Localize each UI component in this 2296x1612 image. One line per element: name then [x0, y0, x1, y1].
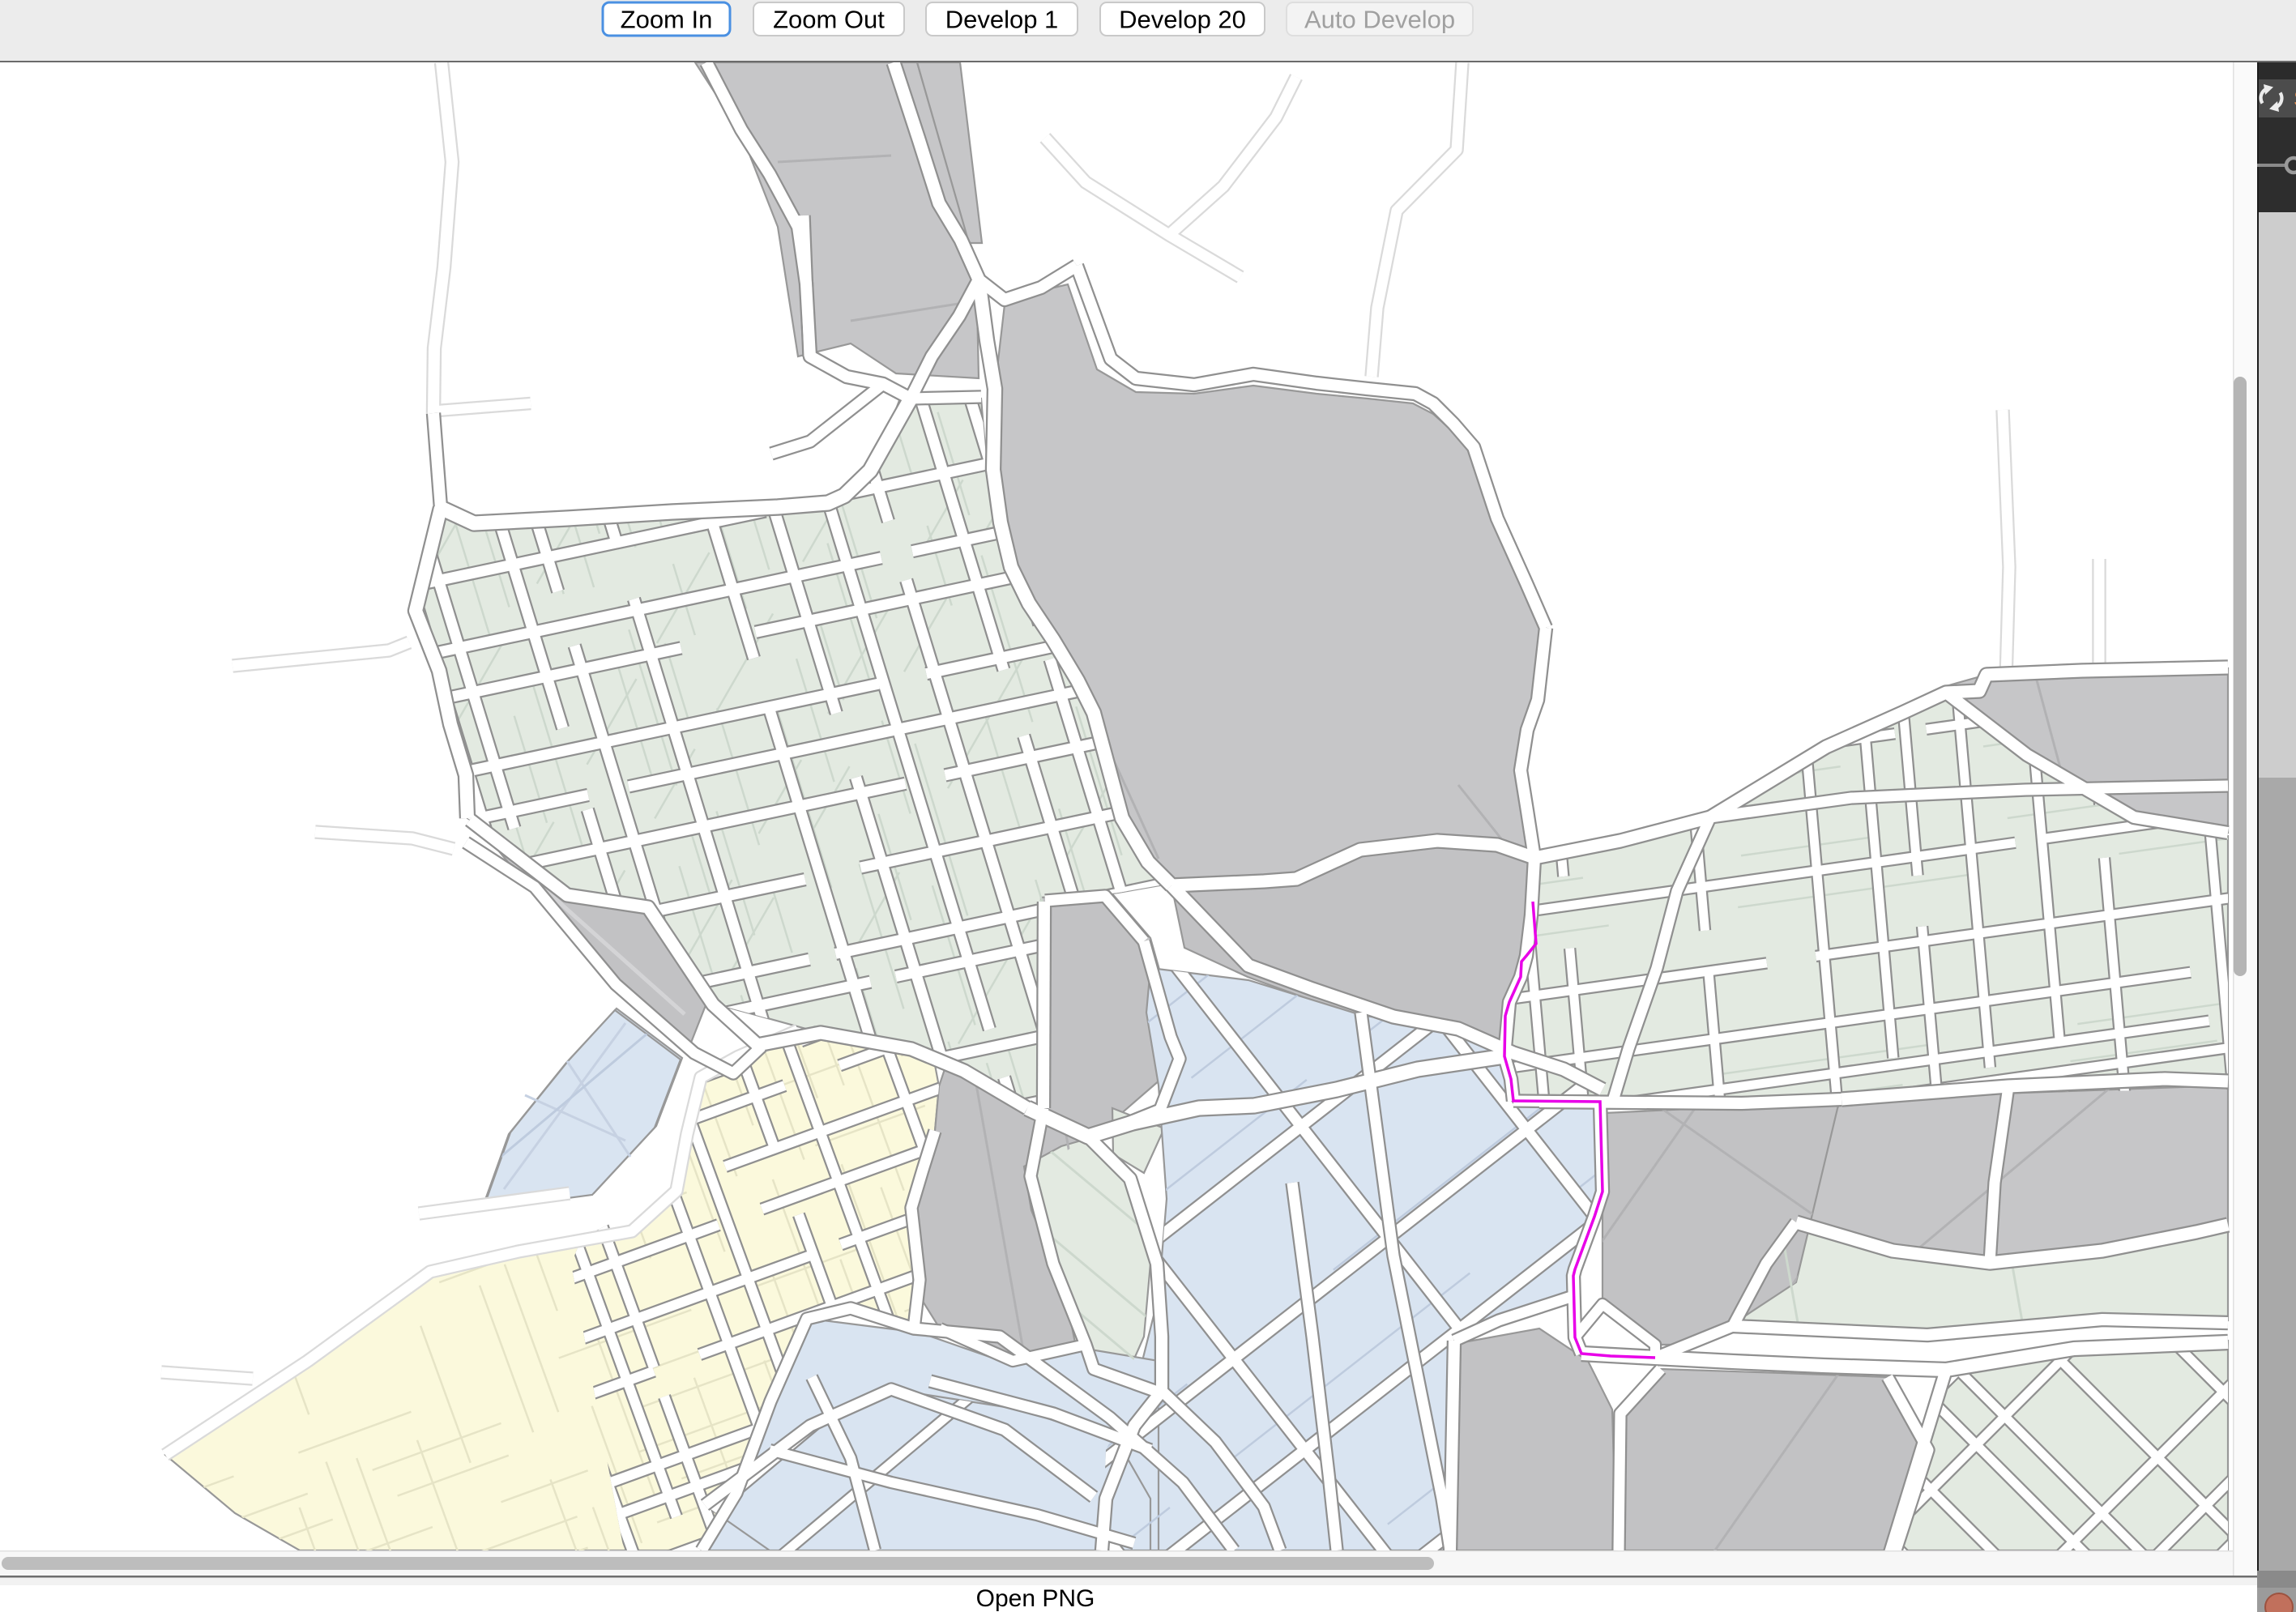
svg-text:Zoom Out: Zoom Out [773, 6, 885, 34]
svg-text:Develop 20: Develop 20 [1119, 6, 1246, 34]
svg-text:Open PNG: Open PNG [976, 1585, 1095, 1612]
svg-text:Develop 1: Develop 1 [945, 6, 1059, 34]
svg-text:Zoom In: Zoom In [621, 6, 713, 34]
svg-text:Auto Develop: Auto Develop [1304, 6, 1455, 34]
